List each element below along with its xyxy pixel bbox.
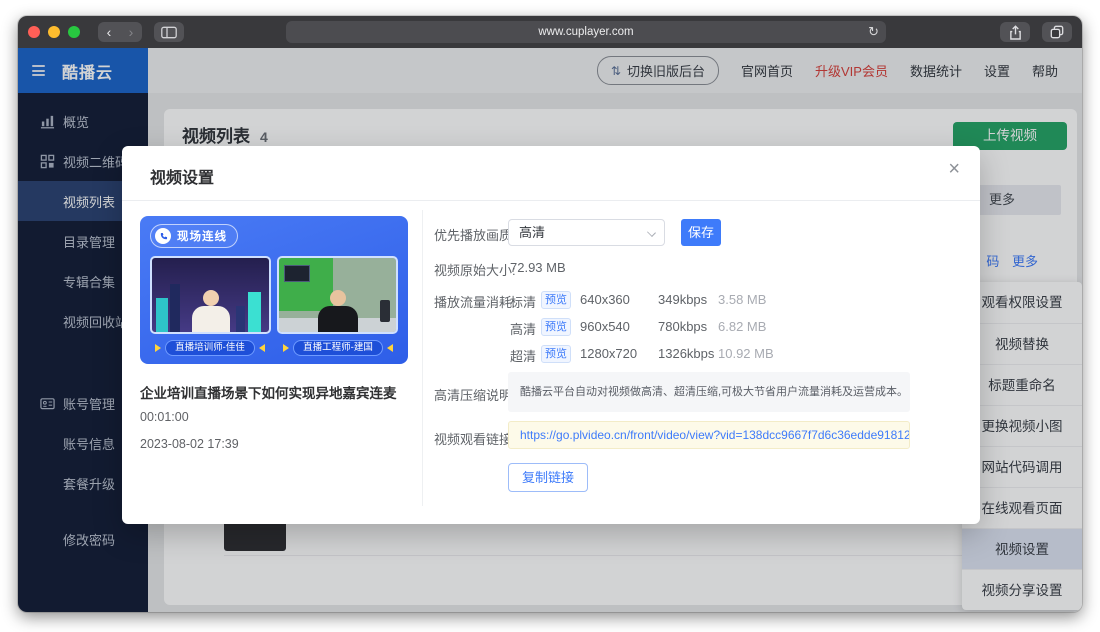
forward-icon[interactable]: › [120, 22, 142, 42]
live-link-badge: 现场连线 [150, 224, 238, 248]
video-duration: 00:01:00 [140, 410, 189, 424]
traffic-row-res: 960x540 [580, 319, 630, 334]
preview-button-uhd[interactable]: 预览 [541, 345, 571, 363]
traffic-row-size: 6.82 MB [718, 319, 766, 334]
traffic-row-size: 10.92 MB [718, 346, 774, 361]
traffic-row-quality: 超清 [510, 346, 536, 365]
arrow-left-icon [259, 344, 265, 352]
quality-label: 优先播放画质: [434, 225, 516, 244]
browser-window: ‹ › www.cuplayer.com ↻ 酷播云 [18, 16, 1082, 612]
reload-icon[interactable]: ↻ [868, 21, 879, 43]
speaker-name-pills: 直播培训师-佳佳 直播工程师-建国 [146, 340, 402, 356]
modal-header-divider [122, 200, 980, 201]
modal-column-divider [422, 210, 423, 506]
watch-link-label: 视频观看链接: [434, 429, 516, 448]
modal-title: 视频设置 [150, 164, 214, 188]
sidebar-toggle-icon[interactable] [154, 22, 184, 42]
quality-select-value: 高清 [519, 220, 545, 245]
quality-select[interactable]: 高清 [508, 219, 665, 246]
compress-label: 高清压缩说明: [434, 385, 516, 404]
traffic-row-bitrate: 1326kbps [658, 346, 714, 361]
right-speaker-label: 直播工程师-建国 [293, 340, 383, 356]
traffic-row-bitrate: 780kbps [658, 319, 707, 334]
fullscreen-window-button[interactable] [68, 26, 80, 38]
compress-note: 酷播云平台自动对视频做高清、超清压缩,可极大节省用户流量消耗及运营成本。 [508, 372, 910, 412]
minimize-window-button[interactable] [48, 26, 60, 38]
watch-link-value[interactable]: https://go.plvideo.cn/front/video/view?v… [508, 421, 910, 449]
traffic-row-size: 3.58 MB [718, 292, 766, 307]
traffic-row-quality: 高清 [510, 319, 536, 338]
arrow-right-icon [155, 344, 161, 352]
traffic-label: 播放流量消耗: [434, 292, 516, 311]
right-speaker-frame [277, 256, 398, 334]
url-text: www.cuplayer.com [538, 26, 633, 38]
arrow-left-icon [387, 344, 393, 352]
video-settings-modal: 视频设置 × 现场连线 [122, 146, 980, 524]
history-nav-group: ‹ › [98, 22, 142, 42]
left-speaker-frame [150, 256, 271, 334]
copy-link-button[interactable]: 复制链接 [508, 463, 588, 492]
video-split-frames [150, 256, 398, 334]
share-icon[interactable] [1000, 22, 1030, 42]
orig-size-label: 视频原始大小: [434, 260, 516, 279]
phone-icon [155, 228, 171, 244]
browser-toolbar: ‹ › www.cuplayer.com ↻ [18, 16, 1082, 48]
url-bar-area: www.cuplayer.com ↻ [184, 21, 988, 43]
back-icon[interactable]: ‹ [98, 22, 120, 42]
orig-size-value: 72.93 MB [510, 260, 566, 275]
traffic-row-bitrate: 349kbps [658, 292, 707, 307]
left-speaker-label: 直播培训师-佳佳 [165, 340, 255, 356]
tabs-overview-icon[interactable] [1042, 22, 1072, 42]
close-icon[interactable]: × [948, 158, 960, 181]
traffic-row-res: 1280x720 [580, 346, 637, 361]
video-title: 企业培训直播场景下如何实现异地嘉宾连麦 [140, 382, 412, 402]
arrow-right-icon [283, 344, 289, 352]
live-link-label: 现场连线 [177, 228, 227, 244]
video-thumbnail: 现场连线 直播培训师-佳佳 [140, 216, 408, 364]
traffic-row-res: 640x360 [580, 292, 630, 307]
url-field[interactable]: www.cuplayer.com ↻ [286, 21, 886, 43]
traffic-row-quality: 标清 [510, 292, 536, 311]
preview-button-sd[interactable]: 预览 [541, 291, 571, 309]
close-window-button[interactable] [28, 26, 40, 38]
save-button[interactable]: 保存 [681, 219, 721, 246]
chevron-down-icon [647, 228, 656, 237]
video-date: 2023-08-02 17:39 [140, 437, 239, 451]
preview-button-hd[interactable]: 预览 [541, 318, 571, 336]
